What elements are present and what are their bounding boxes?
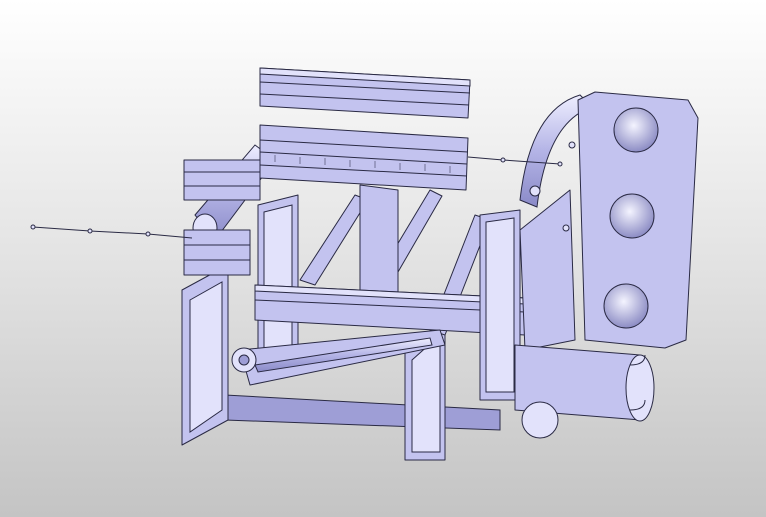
upper-slotted-rail[interactable]	[259, 124, 469, 191]
assembly-3d-model[interactable]	[0, 0, 766, 517]
cad-viewport[interactable]	[0, 0, 766, 517]
top-rail[interactable]	[259, 67, 471, 119]
bottom-drum[interactable]	[514, 344, 655, 439]
